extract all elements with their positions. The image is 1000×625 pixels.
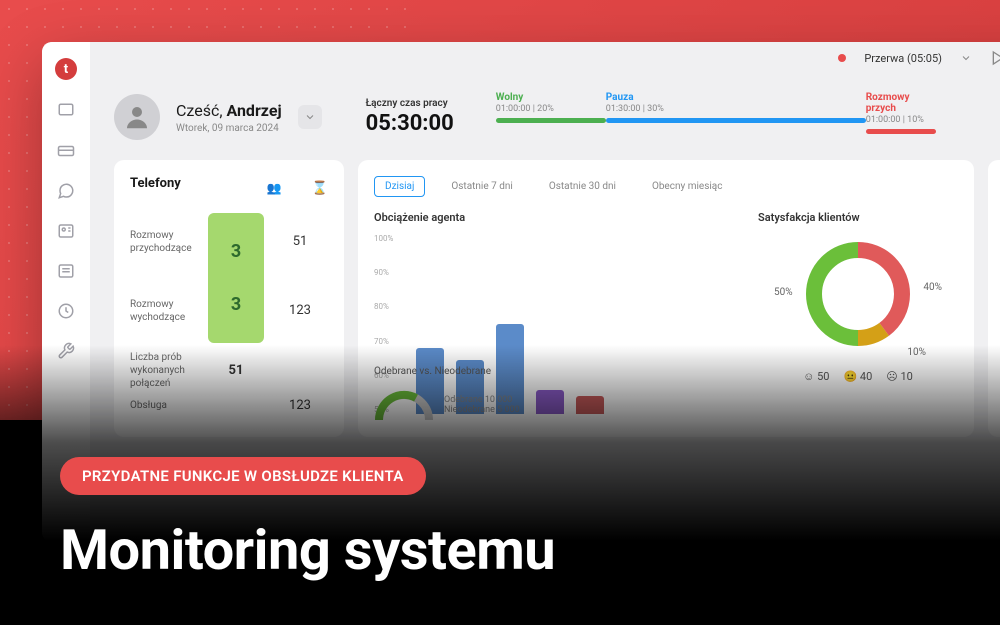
- clock-icon[interactable]: [57, 302, 75, 320]
- greeting-expand[interactable]: [298, 105, 322, 129]
- load-chart-title: Obciążenie agenta: [374, 211, 728, 224]
- phone-row: Rozmowy przychodzące351: [130, 213, 328, 270]
- greeting-date: Wtorek, 09 marca 2024: [176, 123, 282, 134]
- worktime-label: Łączny czas pracy: [366, 98, 454, 109]
- tab-0[interactable]: Dzisiaj: [374, 176, 425, 197]
- status-segment-roz: Rozmowy przych01:00:00 | 10%: [866, 92, 936, 142]
- dashboard-icon[interactable]: [57, 102, 75, 120]
- greeting: Cześć, Andrzej Wtorek, 09 marca 2024: [176, 101, 282, 134]
- status-segment-wolny: Wolny01:00:00 | 20%: [496, 92, 606, 142]
- phone-row: Rozmowy wychodzące3123: [130, 278, 328, 343]
- status-segment-pauza: Pauza01:30:00 | 30%⋮: [606, 92, 866, 142]
- status-bar: Wolny01:00:00 | 20%Pauza01:30:00 | 30%⋮R…: [496, 92, 1000, 142]
- list-icon[interactable]: [57, 262, 75, 280]
- tab-1[interactable]: Ostatnie 7 dni: [441, 177, 522, 196]
- donut-chart: 40% 10% 50%: [798, 234, 918, 354]
- category-badge: PRZYDATNE FUNKCJE W OBSŁUDZE KLIENTA: [60, 457, 426, 495]
- tab-2[interactable]: Ostatnie 30 dni: [539, 177, 626, 196]
- people-icon: 👥: [267, 181, 282, 196]
- card-icon[interactable]: [57, 142, 75, 160]
- status-chevron-icon[interactable]: [960, 52, 972, 64]
- satisf-title: Satysfakcja klientów: [758, 211, 958, 224]
- worktime-value: 05:30:00: [366, 111, 454, 136]
- play-icon[interactable]: [990, 50, 1000, 66]
- donut-label-50: 50%: [774, 287, 793, 298]
- app-logo[interactable]: t: [55, 58, 77, 80]
- topbar: Przerwa (05:05): [90, 42, 1000, 74]
- contact-icon[interactable]: [57, 222, 75, 240]
- greeting-name: Andrzej: [226, 101, 281, 120]
- greeting-hello: Cześć,: [176, 101, 223, 120]
- tabs: Dzisiaj Ostatnie 7 dni Ostatnie 30 dni Obec…: [374, 176, 958, 197]
- hourglass-icon: ⌛: [312, 181, 328, 196]
- worktime: Łączny czas pracy 05:30:00: [366, 98, 454, 136]
- chat-icon[interactable]: [57, 182, 75, 200]
- hero-row: Cześć, Andrzej Wtorek, 09 marca 2024 Łąc…: [90, 74, 1000, 160]
- headline: Monitoring systemu: [60, 517, 555, 583]
- tab-3[interactable]: Obecny miesiąc: [642, 177, 733, 196]
- avatar[interactable]: [114, 94, 160, 140]
- status-label: Przerwa (05:05): [864, 52, 942, 65]
- status-indicator: [838, 54, 846, 62]
- phone-card-title: Telefony: [130, 176, 181, 191]
- donut-label-40: 40%: [923, 282, 942, 293]
